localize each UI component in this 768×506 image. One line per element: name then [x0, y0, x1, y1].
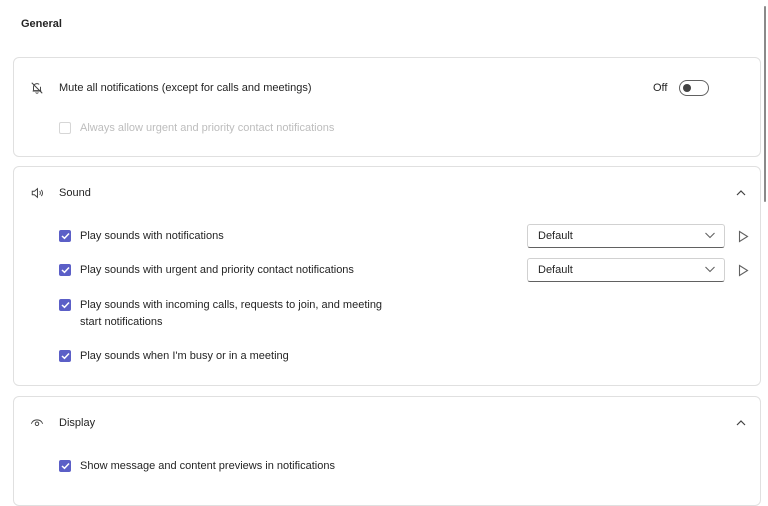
play-sounds-urgent-label: Play sounds with urgent and priority con…	[80, 264, 354, 276]
dropdown-value: Default	[538, 264, 573, 276]
mute-all-toggle[interactable]	[679, 80, 709, 96]
show-previews-label: Show message and content previews in not…	[80, 460, 335, 472]
play-sounds-notifications-label: Play sounds with notifications	[80, 230, 224, 242]
play-sounds-busy-label: Play sounds when I'm busy or in a meetin…	[80, 350, 289, 362]
play-preview-icon[interactable]	[735, 228, 751, 244]
chevron-up-icon[interactable]	[733, 185, 749, 201]
always-allow-urgent-label: Always allow urgent and priority contact…	[80, 122, 335, 134]
bell-off-icon	[29, 80, 45, 96]
chevron-down-icon	[704, 230, 716, 243]
mute-all-label: Mute all notifications (except for calls…	[59, 82, 312, 94]
urgent-sound-dropdown[interactable]: Default	[527, 258, 725, 282]
toggle-state-label: Off	[653, 82, 668, 94]
play-sounds-busy-checkbox[interactable]	[59, 350, 71, 362]
display-section-title: Display	[59, 417, 96, 429]
always-allow-urgent-checkbox[interactable]	[59, 122, 71, 134]
play-sounds-calls-checkbox[interactable]	[59, 299, 71, 311]
play-sounds-urgent-checkbox[interactable]	[59, 264, 71, 276]
play-preview-icon[interactable]	[735, 262, 751, 278]
play-sounds-calls-label-line2: start notifications	[80, 316, 163, 328]
scrollbar[interactable]	[764, 6, 766, 202]
chevron-up-icon[interactable]	[733, 415, 749, 431]
chevron-down-icon	[704, 264, 716, 277]
speaker-icon	[29, 185, 45, 201]
play-sounds-calls-label-line1: Play sounds with incoming calls, request…	[80, 299, 383, 311]
sound-card: Sound Play sounds with notifications Def…	[13, 166, 761, 386]
dropdown-value: Default	[538, 230, 573, 242]
play-sounds-notifications-checkbox[interactable]	[59, 230, 71, 242]
display-card: Display Show message and content preview…	[13, 396, 761, 506]
eye-icon	[29, 414, 45, 430]
notification-sound-dropdown[interactable]: Default	[527, 224, 725, 248]
toggle-knob	[683, 84, 691, 92]
sound-section-title: Sound	[59, 187, 91, 199]
show-previews-checkbox[interactable]	[59, 460, 71, 472]
mute-notifications-card: Mute all notifications (except for calls…	[13, 57, 761, 157]
page-title: General	[21, 18, 62, 30]
